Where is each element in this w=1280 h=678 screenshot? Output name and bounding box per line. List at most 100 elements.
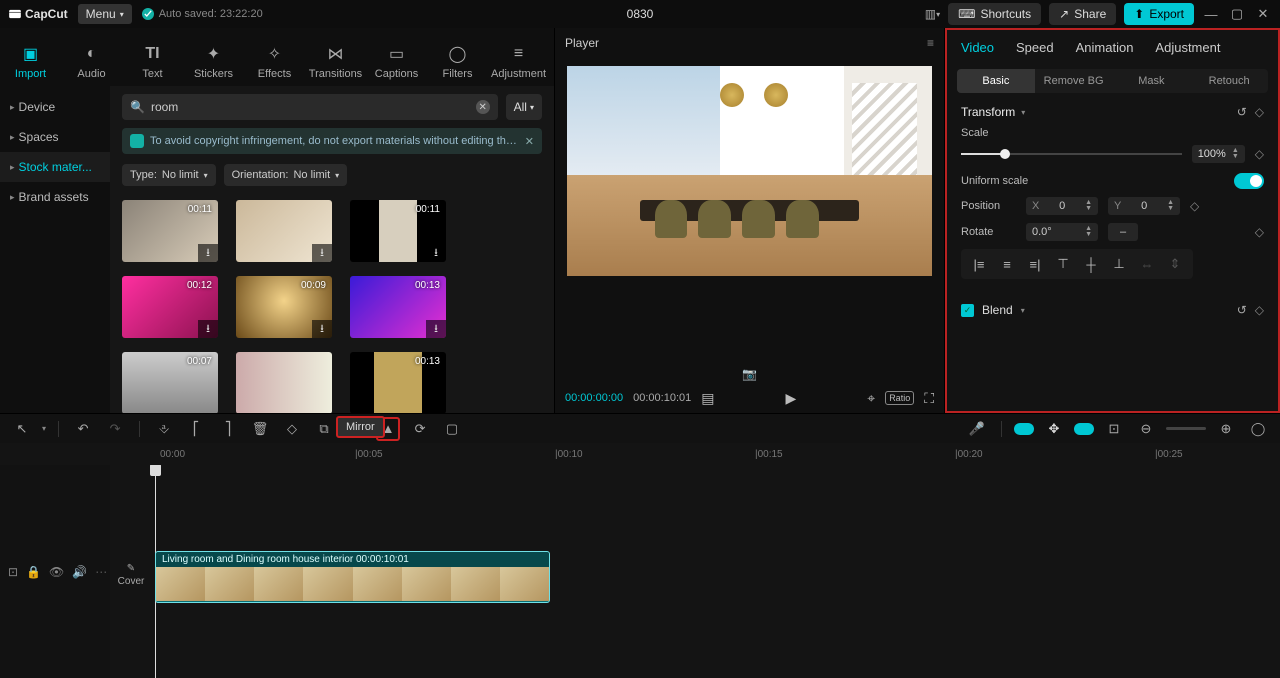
layout-icon[interactable]: ▥▾ bbox=[925, 7, 940, 21]
media-thumb[interactable]: ⭳ bbox=[236, 200, 332, 262]
keyframe-icon[interactable]: ◇ bbox=[1255, 303, 1264, 317]
tab-stickers[interactable]: ✦Stickers bbox=[183, 36, 244, 86]
tab-captions[interactable]: ▭Captions bbox=[366, 36, 427, 86]
download-icon[interactable]: ⭳ bbox=[312, 244, 332, 262]
link-icon[interactable]: ✥ bbox=[1042, 417, 1066, 441]
subtab-mask[interactable]: Mask bbox=[1113, 69, 1191, 93]
media-thumb[interactable]: 00:12⭳ bbox=[122, 276, 218, 338]
subtab-retouch[interactable]: Retouch bbox=[1190, 69, 1268, 93]
align-right-icon[interactable]: ≡| bbox=[1021, 253, 1049, 275]
minimize-button[interactable]: — bbox=[1202, 7, 1220, 22]
nav-brand-assets[interactable]: ▸Brand assets bbox=[0, 182, 110, 212]
mark-icon[interactable]: ◇ bbox=[280, 417, 304, 441]
align-bottom-icon[interactable]: ⊥ bbox=[1105, 253, 1133, 275]
tab-adjustment[interactable]: Adjustment bbox=[1155, 40, 1220, 55]
undo-icon[interactable]: ↶ bbox=[71, 417, 95, 441]
copy-icon[interactable]: ⧉ bbox=[312, 417, 336, 441]
keyframe-icon[interactable]: ◇ bbox=[1255, 225, 1264, 239]
export-button[interactable]: ⬆Export bbox=[1124, 3, 1194, 25]
subtab-removebg[interactable]: Remove BG bbox=[1035, 69, 1113, 93]
keyframe-icon[interactable]: ◇ bbox=[1255, 147, 1264, 161]
download-icon[interactable]: ⭳ bbox=[312, 320, 332, 338]
download-icon[interactable]: ⭳ bbox=[426, 244, 446, 262]
rotate-value[interactable]: 0.0°▲▼ bbox=[1026, 223, 1098, 241]
media-thumb[interactable] bbox=[236, 352, 332, 413]
nav-stock[interactable]: ▸Stock mater... bbox=[0, 152, 110, 182]
download-icon[interactable]: ⭳ bbox=[198, 320, 218, 338]
zoom-in-icon[interactable]: ⊕ bbox=[1214, 417, 1238, 441]
position-y[interactable]: Y0▲▼ bbox=[1108, 197, 1180, 215]
download-icon[interactable]: ⭳ bbox=[426, 320, 446, 338]
rotate-icon[interactable]: ⟳ bbox=[408, 417, 432, 441]
cover-button[interactable]: ✎ Cover bbox=[116, 557, 146, 593]
zoom-fit-icon[interactable]: ◯ bbox=[1246, 417, 1270, 441]
close-notice-button[interactable]: ✕ bbox=[525, 135, 534, 148]
media-thumb[interactable]: 00:11⭳ bbox=[350, 200, 446, 262]
redo-icon[interactable]: ↷ bbox=[103, 417, 127, 441]
compare-icon[interactable]: ▤ bbox=[701, 390, 714, 407]
filter-all-button[interactable]: All▾ bbox=[506, 94, 542, 120]
align-top-icon[interactable]: ⊤ bbox=[1049, 253, 1077, 275]
keyframe-icon[interactable]: ◇ bbox=[1255, 105, 1264, 119]
player-menu-icon[interactable]: ≡ bbox=[927, 36, 934, 50]
tab-speed[interactable]: Speed bbox=[1016, 40, 1054, 55]
tab-audio[interactable]: ◐Audio bbox=[61, 36, 122, 86]
scale-slider[interactable] bbox=[961, 153, 1182, 155]
play-button[interactable]: ▶ bbox=[786, 390, 797, 407]
shortcuts-button[interactable]: ⌨Shortcuts bbox=[948, 3, 1041, 25]
crop-icon[interactable]: ▢ bbox=[440, 417, 464, 441]
position-x[interactable]: X0▲▼ bbox=[1026, 197, 1098, 215]
zoom-out-icon[interactable]: ⊖ bbox=[1134, 417, 1158, 441]
menu-button[interactable]: Menu▾ bbox=[78, 4, 132, 24]
close-button[interactable]: ✕ bbox=[1254, 6, 1272, 22]
split-icon[interactable]: ⎀ bbox=[152, 417, 176, 441]
search-input[interactable] bbox=[151, 100, 470, 114]
scale-value[interactable]: 100%▲▼ bbox=[1192, 145, 1245, 163]
split-right-icon[interactable]: ⎤ bbox=[216, 417, 240, 441]
ratio-button[interactable]: Ratio bbox=[885, 391, 914, 405]
media-thumb[interactable]: 00:13⭳ bbox=[350, 276, 446, 338]
blend-checkbox[interactable]: ✓ bbox=[961, 304, 974, 317]
tab-effects[interactable]: ✧Effects bbox=[244, 36, 305, 86]
align-left-icon[interactable]: |≡ bbox=[965, 253, 993, 275]
nav-spaces[interactable]: ▸Spaces bbox=[0, 122, 110, 152]
lock-icon[interactable]: 🔒 bbox=[26, 565, 41, 579]
clear-search-button[interactable]: ✕ bbox=[476, 100, 490, 114]
tab-video[interactable]: Video bbox=[961, 40, 994, 55]
preview-canvas[interactable] bbox=[567, 66, 932, 276]
nav-device[interactable]: ▸Device bbox=[0, 92, 110, 122]
snap-toggle[interactable] bbox=[1074, 423, 1094, 435]
magnet-toggle[interactable] bbox=[1014, 423, 1034, 435]
maximize-button[interactable]: ▢ bbox=[1228, 6, 1246, 22]
select-tool-icon[interactable]: ↖ bbox=[10, 417, 34, 441]
subtab-basic[interactable]: Basic bbox=[957, 69, 1035, 93]
tab-transitions[interactable]: ⋈Transitions bbox=[305, 36, 366, 86]
tab-filters[interactable]: ◯Filters bbox=[427, 36, 488, 86]
delete-icon[interactable]: 🗑 bbox=[248, 417, 272, 441]
media-thumb[interactable]: 00:11⭳ bbox=[122, 200, 218, 262]
media-thumb[interactable]: 00:09⭳ bbox=[236, 276, 332, 338]
type-filter[interactable]: Type:No limit▾ bbox=[122, 164, 216, 186]
camera-icon[interactable]: 📷 bbox=[742, 367, 757, 381]
tab-text[interactable]: TIText bbox=[122, 36, 183, 86]
media-thumb[interactable]: 00:07 bbox=[122, 352, 218, 413]
mute-icon[interactable]: 🔊 bbox=[72, 565, 87, 579]
tab-import[interactable]: ▣Import bbox=[0, 36, 61, 86]
scan-icon[interactable]: ⌖ bbox=[867, 390, 875, 407]
lock-icon[interactable]: ⊡ bbox=[8, 565, 18, 579]
timeline-tracks[interactable]: ⊡ 🔒 👁 🔊 ⋯ ✎ Cover Living room and Dining… bbox=[0, 465, 1280, 678]
timeline-ruler[interactable]: 00:00 |00:05 |00:10 |00:15 |00:20 |00:25 bbox=[0, 443, 1280, 465]
reset-icon[interactable]: ↺ bbox=[1237, 303, 1247, 317]
reset-icon[interactable]: ↺ bbox=[1237, 105, 1247, 119]
share-button[interactable]: ↗Share bbox=[1049, 3, 1116, 25]
media-thumb[interactable]: 00:13 bbox=[350, 352, 446, 413]
align-hcenter-icon[interactable]: ≡ bbox=[993, 253, 1021, 275]
rotate-extra[interactable]: – bbox=[1108, 223, 1138, 241]
download-icon[interactable]: ⭳ bbox=[198, 244, 218, 262]
keyframe-icon[interactable]: ◇ bbox=[1190, 199, 1199, 213]
align-vcenter-icon[interactable]: ┼ bbox=[1077, 253, 1105, 275]
fullscreen-icon[interactable]: ⛶ bbox=[924, 390, 934, 407]
tab-animation[interactable]: Animation bbox=[1076, 40, 1134, 55]
mic-icon[interactable]: 🎤 bbox=[965, 417, 989, 441]
preview-icon[interactable]: ⊡ bbox=[1102, 417, 1126, 441]
